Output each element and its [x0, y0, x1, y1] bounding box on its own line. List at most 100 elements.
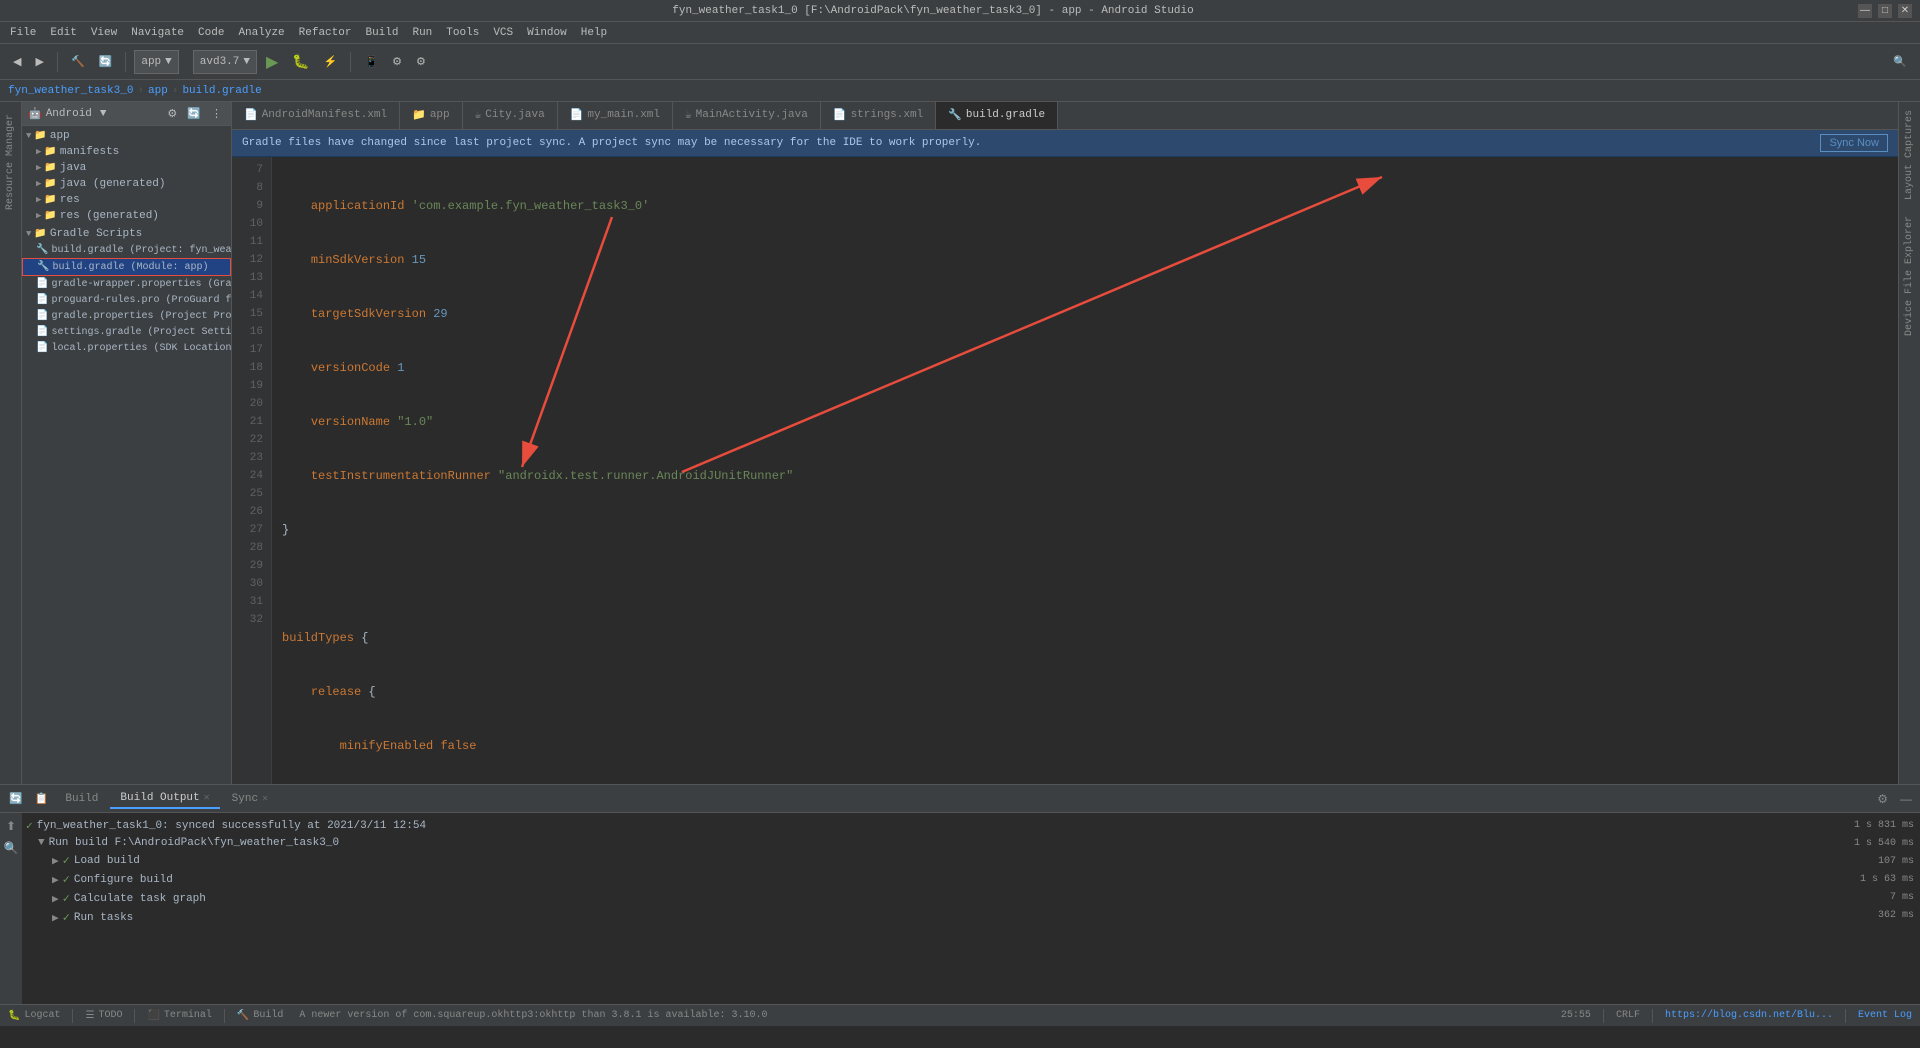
status-terminal[interactable]: ⬛ Terminal — [147, 1010, 211, 1022]
vertical-tab-resource-manager[interactable]: Resource Manager — [3, 106, 18, 218]
forward-button[interactable]: ▶ — [30, 52, 48, 71]
tree-item-java[interactable]: ▶ 📁 java — [22, 160, 231, 176]
sync-project-button[interactable]: 🔄 — [94, 52, 118, 71]
tree-item-java-generated[interactable]: ▶ 📁 java (generated) — [22, 176, 231, 192]
breadcrumb-root[interactable]: fyn_weather_task3_0 — [8, 85, 133, 97]
tree-item-manifests[interactable]: ▶ 📁 manifests — [22, 144, 231, 160]
tree-item-local-properties[interactable]: 📄 local.properties (SDK Location) — [22, 340, 231, 356]
tree-item-proguard[interactable]: 📄 proguard-rules.pro (ProGuard f... — [22, 292, 231, 308]
menu-edit[interactable]: Edit — [44, 25, 82, 41]
build-tab-build[interactable]: Build — [55, 790, 108, 808]
cursor-position: 25:55 — [1561, 1010, 1591, 1021]
tab-app[interactable]: 📁 app — [400, 102, 463, 129]
status-separator-2 — [134, 1009, 135, 1023]
tree-item-res[interactable]: ▶ 📁 res — [22, 192, 231, 208]
status-logcat[interactable]: 🐛 Logcat — [8, 1010, 60, 1022]
project-panel-gear[interactable]: ⋮ — [208, 106, 225, 121]
build-expand-button[interactable]: ⬆ — [2, 817, 20, 835]
tab-main-activity[interactable]: ☕ MainActivity.java — [673, 102, 821, 129]
menu-build[interactable]: Build — [359, 25, 404, 41]
tab-city-java[interactable]: ☕ City.java — [463, 102, 558, 129]
build-tree-configure-build[interactable]: ▶ ✓ Configure build — [22, 870, 1820, 889]
code-line-7: applicationId 'com.example.fyn_weather_t… — [282, 197, 1888, 215]
build-status-icon: 🔨 — [237, 1010, 249, 1022]
tree-item-build-gradle-app[interactable]: 🔧 build.gradle (Module: app) — [22, 258, 231, 276]
build-tab-build-output[interactable]: Build Output ✕ — [110, 789, 219, 809]
breadcrumb-file[interactable]: build.gradle — [182, 85, 261, 97]
menu-run[interactable]: Run — [406, 25, 438, 41]
build-gradle-tab-icon: 🔧 — [948, 108, 962, 122]
code-line-17: minifyEnabled false — [282, 737, 1888, 755]
menu-window[interactable]: Window — [521, 25, 573, 41]
build-tree-root[interactable]: ✓ fyn_weather_task1_0: synced successful… — [22, 817, 1820, 835]
sync-now-button[interactable]: Sync Now — [1820, 134, 1888, 152]
build-tree-run-build[interactable]: ▼ Run build F:\AndroidPack\fyn_weather_t… — [22, 835, 1820, 851]
debug-button[interactable]: 🐛 — [287, 50, 314, 73]
title-bar-title: fyn_weather_task1_0 [F:\AndroidPack\fyn_… — [8, 5, 1858, 17]
project-panel-settings[interactable]: ⚙ — [164, 106, 180, 121]
back-button[interactable]: ◀ — [8, 52, 26, 71]
tree-item-settings-gradle[interactable]: 📄 settings.gradle (Project Settings... — [22, 324, 231, 340]
menu-tools[interactable]: Tools — [440, 25, 485, 41]
menu-navigate[interactable]: Navigate — [125, 25, 190, 41]
gradle-props-icon: 📄 — [36, 310, 48, 322]
breadcrumb-app[interactable]: app — [148, 85, 168, 97]
build-button[interactable]: 🔨 — [66, 52, 90, 71]
tab-build-gradle[interactable]: 🔧 build.gradle — [936, 102, 1058, 129]
local-props-icon: 📄 — [36, 342, 48, 354]
status-todo[interactable]: ☰ TODO — [85, 1010, 122, 1022]
status-build[interactable]: 🔨 Build — [237, 1010, 283, 1022]
app-selector[interactable]: app ▼ — [134, 50, 178, 74]
tab-strings-xml[interactable]: 📄 strings.xml — [821, 102, 936, 129]
search-everywhere-button[interactable]: 🔍 — [1888, 52, 1912, 71]
run-button[interactable]: ▶ — [261, 49, 283, 75]
avd-selector[interactable]: avd3.7 ▼ — [193, 50, 257, 74]
menu-refactor[interactable]: Refactor — [293, 25, 358, 41]
build-tab-sync[interactable]: Sync ✕ — [222, 790, 278, 808]
tree-item-app[interactable]: ▼ 📁 app — [22, 128, 231, 144]
tree-item-res-generated[interactable]: ▶ 📁 res (generated) — [22, 208, 231, 224]
build-panel-settings-button[interactable]: ⚙ — [1873, 790, 1892, 808]
build-tree-calculate-graph[interactable]: ▶ ✓ Calculate task graph — [22, 889, 1820, 908]
status-separator-5 — [1652, 1009, 1653, 1023]
build-tree-run-tasks[interactable]: ▶ ✓ Run tasks — [22, 908, 1820, 927]
tab-my-main-xml[interactable]: 📄 my_main.xml — [558, 102, 673, 129]
build-tabs: 🔄 📋 Build Build Output ✕ Sync ✕ ⚙ — — [0, 785, 1920, 813]
build-panel-minimize-button[interactable]: — — [1896, 790, 1916, 808]
minimize-button[interactable]: — — [1858, 4, 1872, 18]
settings-button[interactable]: ⚙ — [411, 52, 431, 71]
menu-analyze[interactable]: Analyze — [232, 25, 290, 41]
project-panel-header: 🤖 Android ▼ ⚙ 🔄 ⋮ — [22, 102, 231, 126]
project-panel-sync[interactable]: 🔄 — [184, 106, 204, 121]
tree-item-gradle-properties[interactable]: 📄 gradle.properties (Project Prope... — [22, 308, 231, 324]
code-content[interactable]: applicationId 'com.example.fyn_weather_t… — [272, 157, 1898, 784]
build-output-close[interactable]: ✕ — [204, 792, 210, 804]
tab-android-manifest[interactable]: 📄 AndroidManifest.xml — [232, 102, 400, 129]
tree-item-gradle-wrapper[interactable]: 📄 gradle-wrapper.properties (Gra... — [22, 276, 231, 292]
build-panel-tree-icon[interactable]: 📋 — [30, 789, 54, 808]
menu-help[interactable]: Help — [575, 25, 613, 41]
maximize-button[interactable]: □ — [1878, 4, 1892, 18]
app-tab-icon: 📁 — [412, 108, 426, 122]
menu-view[interactable]: View — [85, 25, 123, 41]
right-sidebar-device-file[interactable]: Device File Explorer — [1901, 208, 1918, 344]
menu-vcs[interactable]: VCS — [487, 25, 519, 41]
code-editor[interactable]: 7 8 9 10 11 12 13 14 15 16 17 18 19 20 2… — [232, 157, 1898, 784]
profile-button[interactable]: ⚡ — [319, 52, 343, 71]
line-ending: CRLF — [1616, 1010, 1640, 1021]
event-log[interactable]: Event Log — [1858, 1010, 1912, 1021]
menu-code[interactable]: Code — [192, 25, 230, 41]
right-sidebar-layout-captures[interactable]: Layout Captures — [1901, 102, 1918, 208]
menu-file[interactable]: File — [4, 25, 42, 41]
configure-build-success-icon: ✓ — [63, 872, 70, 887]
close-button[interactable]: ✕ — [1898, 4, 1912, 18]
blog-url[interactable]: https://blog.csdn.net/Blu... — [1665, 1010, 1833, 1021]
tree-item-build-gradle-project[interactable]: 🔧 build.gradle (Project: fyn_weathe... — [22, 242, 231, 258]
sync-close[interactable]: ✕ — [262, 793, 268, 805]
tree-item-gradle-scripts[interactable]: ▼ 📁 Gradle Scripts — [22, 226, 231, 242]
build-tree-load-build[interactable]: ▶ ✓ Load build — [22, 851, 1820, 870]
build-panel-sync-icon[interactable]: 🔄 — [4, 789, 28, 808]
sdk-manager-button[interactable]: ⚙ — [387, 52, 407, 71]
avd-manager-button[interactable]: 📱 — [359, 52, 383, 71]
build-filter-button[interactable]: 🔍 — [0, 839, 22, 857]
